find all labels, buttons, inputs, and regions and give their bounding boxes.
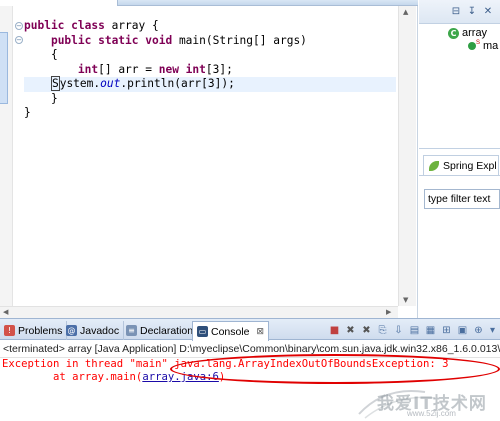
code-line[interactable]: } [24, 106, 396, 121]
tab-console[interactable]: ▭ Console ⊠ [192, 321, 270, 341]
code-token: S [50, 76, 60, 91]
code-keyword: int [77, 62, 99, 76]
code-keyword: public static void [50, 33, 179, 47]
problems-icon: ! [4, 325, 15, 336]
stack-prefix: at array.main( [2, 371, 143, 383]
class-icon: C [448, 27, 459, 39]
stack-trace-line: at array.main(array.java:6) [2, 371, 225, 383]
editor-tab-array[interactable] [0, 0, 118, 6]
code-line[interactable]: public class array { [24, 19, 396, 34]
code-token: ystem. [59, 77, 101, 90]
code-line[interactable]: int[] arr = new int[3]; [24, 63, 396, 78]
exception-line: Exception in thread "main" java.lang.Arr… [2, 358, 448, 370]
code-line-current[interactable]: System.out.println(arr[3]); [24, 76, 396, 92]
javadoc-icon: @ [66, 325, 77, 336]
outline-toolbar: ⊟ ↧ ✕ [419, 0, 500, 24]
code-token: array { [111, 19, 159, 32]
code-line[interactable]: { [24, 48, 396, 63]
open-console-icon[interactable]: ⊕ [472, 324, 485, 337]
console-icon: ▭ [197, 326, 208, 337]
scroll-right-icon[interactable]: ▶ [386, 308, 391, 316]
scroll-down-icon[interactable]: ▼ [403, 296, 408, 304]
bottom-panel: ! Problems @ Javadoc ≡ Declaration ▭ Con… [0, 318, 500, 421]
code-editor[interactable]: − − public class array { public static v… [0, 0, 418, 318]
display-console-icon[interactable]: ▣ [456, 324, 469, 337]
code-token: main(String[] args) [178, 33, 307, 47]
tab-label: Declaration [140, 324, 194, 337]
show-on-output-icon[interactable]: ▤ [408, 324, 421, 337]
watermark: 我爱IT技术网 www.52ij.com [355, 384, 500, 421]
filter-input[interactable] [424, 189, 500, 209]
remove-launch-icon[interactable]: ✖ [344, 324, 357, 337]
terminate-icon[interactable]: ■ [328, 324, 341, 337]
code-token: [] arr = [98, 62, 159, 76]
code-keyword: public class [24, 19, 112, 32]
pin-console-icon[interactable]: ⊞ [440, 324, 453, 337]
ruler-marker [0, 32, 8, 104]
tab-spring-explorer[interactable]: Spring Expl [423, 155, 499, 175]
editor-horizontal-scrollbar[interactable]: ◀ ▶ [0, 306, 398, 318]
remove-all-icon[interactable]: ✖ [360, 324, 373, 337]
clear-console-icon[interactable]: ⎘ [376, 324, 389, 337]
tab-label: Console [211, 325, 250, 338]
spring-explorer-view: Spring Expl [419, 148, 500, 318]
scroll-up-icon[interactable]: ▲ [403, 8, 408, 16]
code-area[interactable]: public class array { public static void … [24, 19, 396, 121]
editor-vertical-scrollbar[interactable]: ▲ ▼ [398, 6, 416, 306]
scroll-lock-icon[interactable]: ⇩ [392, 324, 405, 337]
exception-prefix: Exception in thread "main" [2, 358, 175, 370]
spring-leaf-icon [429, 160, 439, 171]
code-line[interactable]: public static void main(String[] args) [24, 34, 396, 49]
outline-class-node[interactable]: C array [448, 27, 487, 39]
code-line[interactable]: } [24, 92, 396, 107]
scroll-left-icon[interactable]: ◀ [3, 308, 8, 316]
code-token: [3]; [205, 62, 233, 76]
bottom-tabbar: ! Problems @ Javadoc ≡ Declaration ▭ Con… [0, 318, 500, 341]
show-on-error-icon[interactable]: ▦ [424, 324, 437, 337]
outline-class-label: array [462, 27, 488, 39]
fold-collapse-icon[interactable]: − [15, 36, 23, 44]
editor-ruler [0, 6, 13, 306]
declaration-icon: ≡ [126, 325, 137, 336]
outline-method-node[interactable]: S ma [468, 40, 498, 52]
spring-tab-label: Spring Expl [443, 159, 497, 172]
editor-tab-strip [0, 0, 418, 6]
public-method-icon [468, 42, 476, 50]
code-token: { [50, 48, 58, 61]
console-status: <terminated> array [Java Application] D:… [0, 340, 500, 358]
code-keyword: new int [158, 62, 206, 76]
collapse-all-icon[interactable]: ⊟ [449, 5, 463, 19]
tab-label: Javadoc [80, 324, 120, 337]
tab-divider [419, 175, 500, 176]
watermark-url: www.52ij.com [407, 409, 456, 418]
outline-view: ⊟ ↧ ✕ C array S ma [419, 0, 500, 148]
exception-class: java.lang.ArrayIndexOutOfBoundsException… [174, 358, 449, 370]
outline-method-label: ma [483, 40, 499, 52]
close-icon[interactable]: ⊠ [257, 327, 265, 337]
code-field: out [100, 77, 121, 90]
code-token: .println(arr[3]); [120, 77, 235, 90]
code-token: } [24, 106, 31, 119]
static-marker: S [476, 40, 481, 46]
hide-fields-icon[interactable]: ✕ [481, 5, 495, 19]
tab-label: Problems [18, 324, 63, 337]
fold-collapse-icon[interactable]: − [15, 22, 23, 30]
stack-suffix: ) [218, 371, 226, 383]
tab-declaration[interactable]: ≡ Declaration [122, 321, 199, 340]
sort-icon[interactable]: ↧ [465, 5, 479, 19]
tab-problems[interactable]: ! Problems [0, 321, 68, 340]
tab-javadoc[interactable]: @ Javadoc [62, 321, 125, 340]
view-menu-icon[interactable]: ▾ [486, 324, 499, 337]
stack-trace-link[interactable]: array.java:6 [142, 371, 219, 383]
code-token: } [50, 91, 58, 105]
